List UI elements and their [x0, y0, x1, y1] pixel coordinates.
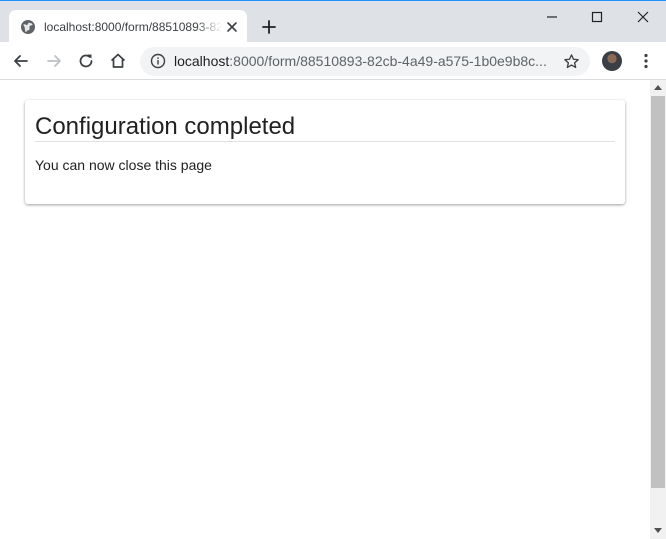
window-close-icon[interactable] — [633, 7, 653, 27]
browser-chrome: localhost:8000/form/88510893-82cb-4a49-a… — [0, 0, 666, 80]
scroll-thumb[interactable] — [651, 96, 665, 488]
completion-message: You can now close this page — [35, 157, 212, 173]
home-icon[interactable] — [108, 51, 128, 71]
completion-card: Configuration completed You can now clos… — [25, 100, 625, 204]
scroll-up-icon[interactable] — [654, 85, 662, 90]
vertical-scrollbar[interactable] — [650, 80, 666, 539]
vertical-dots-icon[interactable] — [636, 51, 656, 71]
maximize-icon[interactable] — [587, 7, 607, 27]
profile-avatar[interactable] — [602, 51, 622, 71]
page-viewport: Configuration completed You can now clos… — [0, 80, 650, 539]
browser-toolbar: localhost:8000/form/88510893-82cb-4a49-a… — [0, 42, 666, 80]
tab-strip: localhost:8000/form/88510893-82cb-4a49-a… — [0, 0, 666, 43]
globe-icon — [21, 20, 35, 34]
browser-tab[interactable]: localhost:8000/form/88510893-82cb-4a49-a… — [9, 10, 247, 43]
scroll-down-icon[interactable] — [654, 528, 662, 533]
star-icon[interactable] — [563, 53, 580, 70]
page-title: Configuration completed — [35, 113, 296, 140]
arrow-right-icon[interactable] — [44, 51, 64, 71]
close-icon[interactable] — [224, 19, 240, 35]
plus-icon[interactable] — [260, 18, 278, 36]
arrow-left-icon[interactable] — [11, 51, 31, 71]
url-text[interactable]: localhost:8000/form/88510893-82cb-4a49-a… — [174, 53, 554, 70]
info-icon[interactable] — [150, 53, 166, 69]
url-host: localhost — [174, 53, 230, 69]
address-bar[interactable]: localhost:8000/form/88510893-82cb-4a49-a… — [140, 47, 590, 76]
reload-icon[interactable] — [76, 51, 96, 71]
title-divider — [35, 141, 615, 142]
url-path: :8000/form/88510893-82cb-4a49-a575-1b0e9… — [229, 53, 547, 69]
tab-title: localhost:8000/form/88510893-82cb-4a49-a… — [44, 20, 222, 34]
minimize-icon[interactable] — [542, 7, 562, 27]
